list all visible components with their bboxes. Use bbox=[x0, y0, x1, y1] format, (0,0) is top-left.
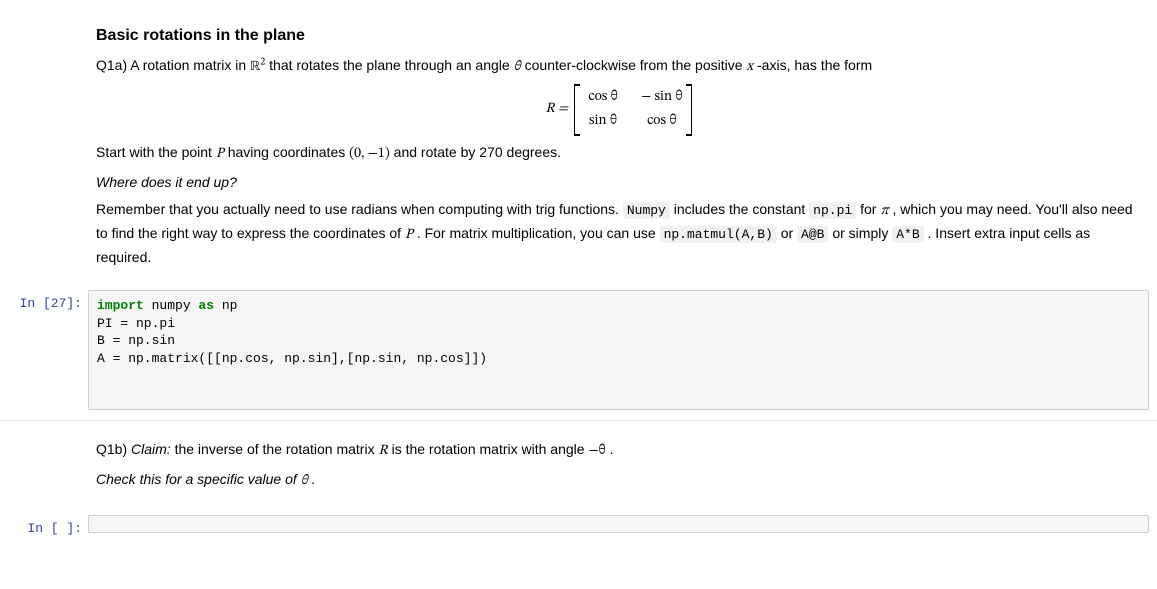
hint-paragraph: Remember that you actually need to use r… bbox=[96, 199, 1141, 268]
var-theta: θ bbox=[301, 474, 308, 488]
markdown-body: Basic rotations in the plane Q1a) A rota… bbox=[88, 22, 1149, 282]
text: Start with the point bbox=[96, 144, 216, 160]
code-editor[interactable]: import numpy as np PI = np.pi B = np.sin… bbox=[88, 290, 1149, 410]
code-editor[interactable] bbox=[88, 515, 1149, 533]
code-cell: In [ ]: bbox=[0, 511, 1157, 540]
text: -axis, has the form bbox=[757, 57, 872, 73]
prompt-empty bbox=[0, 431, 88, 506]
m12: − sin θ bbox=[641, 87, 682, 109]
code-line: PI = np.pi bbox=[97, 316, 175, 331]
text: and rotate by 270 degrees. bbox=[394, 144, 561, 160]
question-italic: Where does it end up? bbox=[96, 174, 237, 190]
code-line: A = np.matrix([[np.cos, np.sin],[np.sin,… bbox=[97, 351, 487, 366]
prompt-empty bbox=[0, 22, 88, 282]
text: Q1b) bbox=[96, 441, 131, 457]
kw-as: as bbox=[198, 298, 214, 313]
matrix-brackets: cos θ − sin θ sin θ cos θ bbox=[574, 84, 691, 135]
check-paragraph: Check this for a specific value of θ . bbox=[96, 469, 1141, 493]
var-R: R bbox=[378, 444, 387, 458]
code-matmul: np.matmul(A,B) bbox=[660, 226, 777, 243]
neg-theta: −θ bbox=[588, 444, 605, 458]
text: . bbox=[312, 471, 316, 487]
code-body bbox=[88, 515, 1149, 536]
q1b-paragraph: Q1b) Claim: the inverse of the rotation … bbox=[96, 439, 1141, 463]
var-theta: θ bbox=[514, 60, 521, 74]
input-prompt: In [ ]: bbox=[0, 515, 88, 536]
markdown-cell: Basic rotations in the plane Q1a) A rota… bbox=[0, 18, 1157, 286]
text: or bbox=[781, 225, 797, 241]
markdown-cell: Q1b) Claim: the inverse of the rotation … bbox=[0, 420, 1157, 510]
code-line: B = np.sin bbox=[97, 333, 175, 348]
text: . bbox=[610, 441, 614, 457]
markdown-body: Q1b) Claim: the inverse of the rotation … bbox=[88, 431, 1149, 506]
var-P: P bbox=[216, 147, 224, 161]
code-numpy: Numpy bbox=[623, 202, 670, 219]
text: or simply bbox=[832, 225, 892, 241]
set-R: ℝ bbox=[250, 60, 260, 74]
code-text: np bbox=[214, 298, 237, 313]
jupyter-notebook: Basic rotations in the plane Q1a) A rota… bbox=[0, 0, 1157, 540]
exponent: 2 bbox=[260, 57, 265, 67]
text: the inverse of the rotation matrix bbox=[175, 441, 379, 457]
text: that rotates the plane through an angle bbox=[269, 57, 513, 73]
code-atmul: A@B bbox=[797, 226, 828, 243]
kw-import: import bbox=[97, 298, 144, 313]
code-text: numpy bbox=[144, 298, 199, 313]
m11: cos θ bbox=[583, 87, 623, 109]
code-cell: In [27]: import numpy as np PI = np.pi B… bbox=[0, 286, 1157, 414]
code-body: import numpy as np PI = np.pi B = np.sin… bbox=[88, 290, 1149, 410]
text: for bbox=[860, 201, 880, 217]
text: Q1a) A rotation matrix in bbox=[96, 57, 250, 73]
var-P: P bbox=[405, 228, 413, 242]
m22: cos θ bbox=[641, 111, 682, 133]
coords: (0, −1) bbox=[349, 147, 390, 161]
start-point-paragraph: Start with the point P having coordinate… bbox=[96, 142, 1141, 166]
section-heading: Basic rotations in the plane bbox=[96, 24, 1141, 49]
code-np-pi: np.pi bbox=[809, 202, 856, 219]
text: includes the constant bbox=[674, 201, 809, 217]
eq-lhs: R = bbox=[545, 99, 568, 121]
var-x: x bbox=[746, 60, 753, 74]
text: Check this for a specific value of bbox=[96, 471, 301, 487]
question-paragraph: Where does it end up? bbox=[96, 172, 1141, 194]
input-prompt: In [27]: bbox=[0, 290, 88, 410]
code-starmul: A*B bbox=[892, 226, 923, 243]
text: . For matrix multiplication, you can use bbox=[417, 225, 660, 241]
text: having coordinates bbox=[228, 144, 349, 160]
m21: sin θ bbox=[583, 111, 623, 133]
text: is the rotation matrix with angle bbox=[392, 441, 589, 457]
pi-symbol: π bbox=[880, 204, 888, 218]
claim-label: Claim: bbox=[131, 441, 171, 457]
q1a-paragraph: Q1a) A rotation matrix in ℝ2 that rotate… bbox=[96, 55, 1141, 79]
text: Remember that you actually need to use r… bbox=[96, 201, 623, 217]
rotation-matrix-equation: R = cos θ − sin θ sin θ cos θ bbox=[96, 84, 1141, 135]
text: counter-clockwise from the positive bbox=[525, 57, 747, 73]
